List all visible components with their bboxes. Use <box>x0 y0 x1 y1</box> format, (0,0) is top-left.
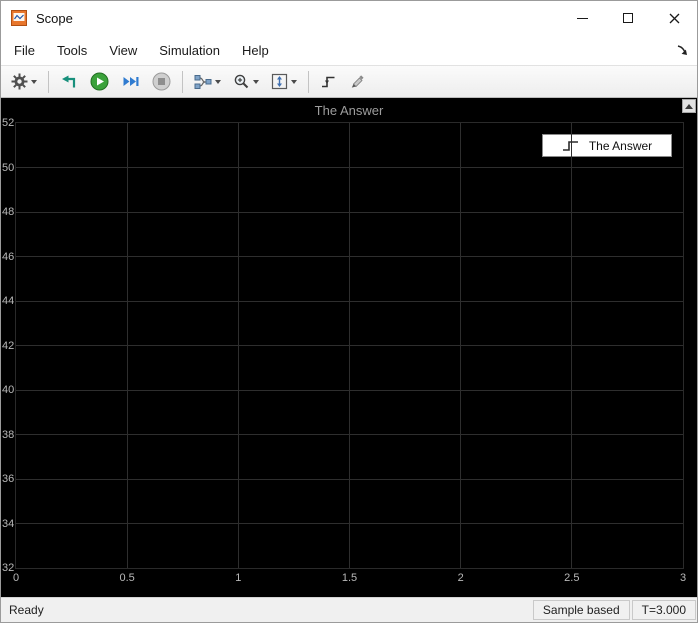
x-tick-label: 2 <box>457 572 464 584</box>
menu-view[interactable]: View <box>100 38 146 63</box>
y-tick-label: 32 <box>2 562 15 574</box>
h-gridline <box>16 345 683 346</box>
toolbar-separator <box>182 70 183 93</box>
maximize-icon <box>623 13 633 23</box>
dropdown-caret-icon <box>253 79 259 84</box>
y-tick-label: 44 <box>2 295 15 307</box>
highlight-block-button[interactable] <box>55 69 83 95</box>
toolbar <box>1 65 697 98</box>
x-tick-label: 2.5 <box>564 572 580 584</box>
dropdown-caret-icon <box>215 79 221 84</box>
window-title: Scope <box>36 10 73 26</box>
run-icon <box>90 72 109 91</box>
measurements-button[interactable] <box>344 69 371 95</box>
sim-time-pane: T=3.000 <box>631 600 696 620</box>
h-gridline <box>16 434 683 435</box>
menu-bar: File Tools View Simulation Help <box>1 35 697 65</box>
minimize-icon <box>576 17 588 19</box>
step-forward-button[interactable] <box>116 69 145 95</box>
x-tick-label: 3 <box>679 572 687 584</box>
close-icon <box>669 13 680 24</box>
h-gridline <box>16 389 683 391</box>
up-arrow-icon <box>685 103 693 109</box>
zoom-icon <box>233 73 250 90</box>
menu-file[interactable]: File <box>5 38 44 63</box>
stop-icon <box>152 72 171 91</box>
menu-items: File Tools View Simulation Help <box>5 38 278 63</box>
minimize-button[interactable] <box>559 1 605 35</box>
status-panes: Sample based T=3.000 <box>532 598 697 622</box>
y-tick-label: 52 <box>2 117 15 129</box>
settings-gear-button[interactable] <box>6 69 42 95</box>
trigger-icon <box>320 74 337 90</box>
menu-tools[interactable]: Tools <box>48 38 96 63</box>
scope-window: Scope File Tools View Simulation Help The An… <box>0 0 698 623</box>
maximize-button[interactable] <box>605 1 651 35</box>
h-gridline <box>16 167 683 168</box>
x-tick-label: 1 <box>235 572 242 584</box>
y-tick-label: 48 <box>2 206 15 218</box>
close-button[interactable] <box>651 1 697 35</box>
measurements-icon <box>349 73 366 90</box>
zoom-button[interactable] <box>228 69 264 95</box>
y-tick-label: 36 <box>2 473 15 485</box>
y-tick-label: 40 <box>2 384 15 396</box>
legend-label: The Answer <box>588 138 653 153</box>
signal-selector-button[interactable] <box>189 69 226 95</box>
x-tick-label: 1.5 <box>341 572 358 584</box>
highlight-block-icon <box>60 74 78 90</box>
h-gridline <box>16 300 683 302</box>
y-tick-label: 34 <box>2 517 15 530</box>
status-text: Ready <box>9 603 44 617</box>
y-tick-label: 50 <box>2 161 15 174</box>
trigger-button[interactable] <box>315 69 342 95</box>
y-tick-label: 38 <box>2 428 15 441</box>
span-icon <box>271 73 288 90</box>
scroll-up-button[interactable] <box>682 99 696 113</box>
run-button[interactable] <box>85 69 114 95</box>
menu-simulation[interactable]: Simulation <box>150 38 229 63</box>
span-button[interactable] <box>266 69 302 95</box>
step-forward-icon <box>121 73 140 90</box>
h-gridline <box>16 478 683 480</box>
legend[interactable]: The Answer <box>542 134 672 157</box>
plot-title: The Answer <box>314 103 384 118</box>
dock-arrow-icon[interactable] <box>676 44 688 56</box>
toolbar-separator <box>48 70 49 93</box>
stop-button[interactable] <box>147 69 176 95</box>
menu-help[interactable]: Help <box>233 38 278 63</box>
sample-mode-pane: Sample based <box>532 600 630 620</box>
h-gridline <box>16 256 683 257</box>
toolbar-separator <box>308 70 309 93</box>
y-tick-label: 42 <box>2 339 15 352</box>
status-bar: Ready Sample based T=3.000 <box>1 597 697 622</box>
window-controls <box>559 1 697 35</box>
dropdown-caret-icon <box>31 79 37 84</box>
y-tick-label: 46 <box>2 250 15 263</box>
plot-region[interactable]: The Answer <box>15 122 684 569</box>
h-gridline <box>16 211 683 213</box>
dropdown-caret-icon <box>291 79 297 84</box>
x-tick-label: 0.5 <box>119 572 135 584</box>
h-gridline <box>16 523 683 524</box>
settings-gear-icon <box>11 73 28 90</box>
title-bar: Scope <box>1 1 697 35</box>
plot-panel: The Answer The Answer 0 0.5 1 1.5 2 2.5 3 32 34 3… <box>1 98 697 597</box>
scope-app-icon <box>11 10 27 26</box>
signal-selector-icon <box>194 74 212 90</box>
